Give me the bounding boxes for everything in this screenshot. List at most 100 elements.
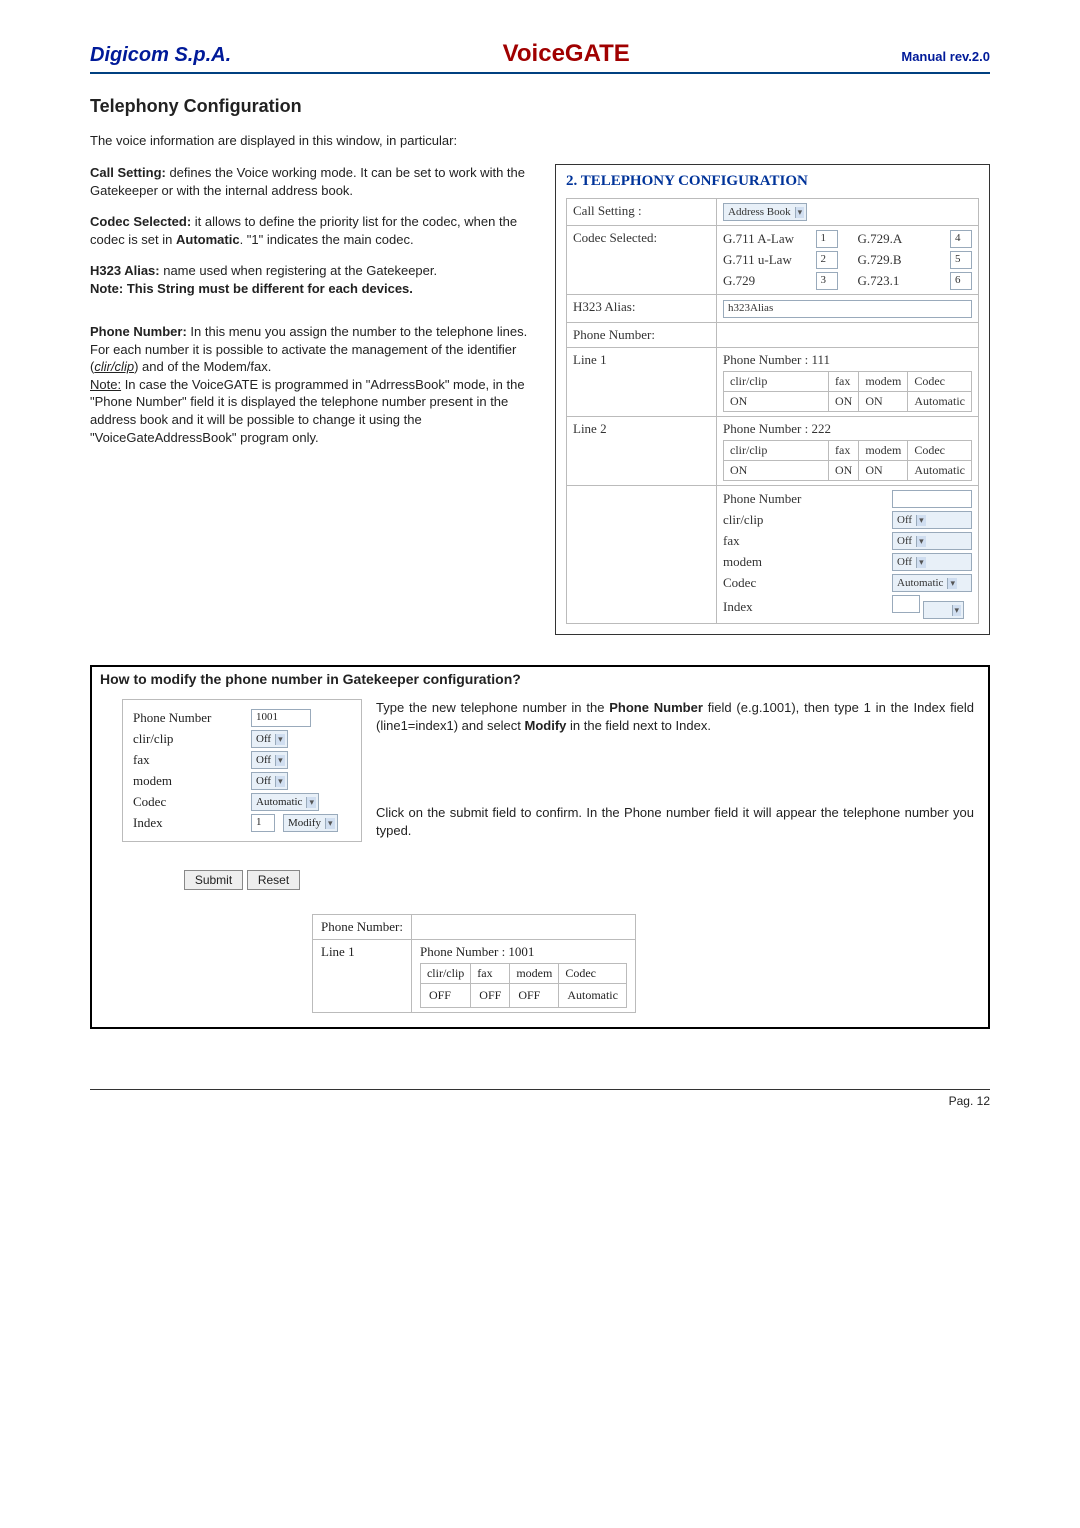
form-index-label: Index <box>723 599 882 615</box>
howto-text-2: Click on the submit field to confirm. In… <box>376 804 974 839</box>
form-index-input[interactable] <box>892 595 920 613</box>
chevron-down-icon: ▾ <box>947 578 957 589</box>
reset-button[interactable]: Reset <box>247 870 300 890</box>
phone-number-note: In case the VoiceGATE is programmed in "… <box>90 377 525 445</box>
form-codec-label: Codec <box>723 575 882 591</box>
line2-clirclip-header: clir/clip <box>724 441 829 461</box>
descriptions-column: Call Setting: defines the Voice working … <box>90 164 543 460</box>
call-setting-select[interactable]: Address Book▾ <box>723 203 807 221</box>
note-term: Note: <box>90 377 121 392</box>
config-panel-title: 2. TELEPHONY CONFIGURATION <box>566 173 979 190</box>
phone-number-label: Phone Number: <box>567 323 717 348</box>
howto-modem-select[interactable]: Off▾ <box>251 772 288 790</box>
telephony-config-panel: 2. TELEPHONY CONFIGURATION Call Setting … <box>555 164 990 635</box>
line2-codec-value: Automatic <box>908 461 972 481</box>
form-fax-label: fax <box>723 533 882 549</box>
form-fax-value: Off <box>897 535 912 547</box>
automatic-term: Automatic <box>176 232 240 247</box>
line2-clirclip-value: ON <box>724 461 829 481</box>
line1-status-table: clir/clipfaxmodemCodec ONONONAutomatic <box>723 371 972 412</box>
line1-codec-header: Codec <box>908 372 972 392</box>
codec-g7231-input[interactable]: 6 <box>950 272 972 290</box>
codec-g7231-label: G.723.1 <box>858 273 945 289</box>
chevron-down-icon: ▾ <box>916 515 926 526</box>
howto-result-codec-header: Codec <box>559 964 627 984</box>
call-setting-label: Call Setting : <box>567 199 717 226</box>
line2-phone-number: Phone Number : 222 <box>723 421 972 437</box>
line1-clirclip-header: clir/clip <box>724 372 829 392</box>
line1-clirclip-value: ON <box>724 392 829 412</box>
form-modem-select[interactable]: Off ▾ <box>892 553 972 571</box>
line1-modem-value: ON <box>859 392 908 412</box>
howto-codec-select[interactable]: Automatic▾ <box>251 793 319 811</box>
form-modem-value: Off <box>897 556 912 568</box>
h323-alias-term: H323 Alias: <box>90 263 160 278</box>
chevron-down-icon: ▾ <box>275 734 285 745</box>
line2-status-table: clir/clipfaxmodemCodec ONONONAutomatic <box>723 440 972 481</box>
form-clirclip-select[interactable]: Off ▾ <box>892 511 972 529</box>
form-fax-select[interactable]: Off ▾ <box>892 532 972 550</box>
chevron-down-icon: ▾ <box>916 536 926 547</box>
howto-result-fax-value: OFF <box>471 984 510 1008</box>
howto-result-table: Phone Number: Line 1 Phone Number : 1001… <box>312 914 636 1013</box>
codec-selected-term: Codec Selected: <box>90 214 191 229</box>
codec-g711a-label: G.711 A-Law <box>723 231 810 247</box>
howto-result-fax-header: fax <box>471 964 510 984</box>
h323-alias-label: H323 Alias: <box>567 295 717 323</box>
form-index-action-select[interactable]: ▾ <box>923 601 964 619</box>
product-title: VoiceGATE <box>503 40 630 68</box>
form-phone-number-input[interactable] <box>892 490 972 508</box>
howto-fax-value: Off <box>256 754 271 766</box>
howto-clirclip-value: Off <box>256 733 271 745</box>
form-modem-label: modem <box>723 554 882 570</box>
line1-label: Line 1 <box>567 348 717 417</box>
codec-g711u-label: G.711 u-Law <box>723 252 810 268</box>
codec-g711a-input[interactable]: 1 <box>816 230 838 248</box>
howto-index-action-value: Modify <box>288 817 321 829</box>
chevron-down-icon: ▾ <box>916 557 926 568</box>
phone-number-term: Phone Number: <box>90 324 187 339</box>
line2-modem-header: modem <box>859 441 908 461</box>
intro-text: The voice information are displayed in t… <box>90 133 990 148</box>
codec-g729b-input[interactable]: 5 <box>950 251 972 269</box>
chevron-down-icon: ▾ <box>952 605 962 616</box>
manual-revision: Manual rev.2.0 <box>901 49 990 64</box>
h323-alias-input[interactable]: h323Alias <box>723 300 972 318</box>
howto-box: How to modify the phone number in Gateke… <box>90 665 990 1029</box>
form-codec-select[interactable]: Automatic ▾ <box>892 574 972 592</box>
codec-g729b-label: G.729.B <box>858 252 945 268</box>
line1-phone-number: Phone Number : 111 <box>723 352 972 368</box>
form-clirclip-value: Off <box>897 514 912 526</box>
howto-title: How to modify the phone number in Gateke… <box>92 667 988 691</box>
section-title: Telephony Configuration <box>90 96 990 117</box>
howto-pn-input[interactable]: 1001 <box>251 709 311 727</box>
howto-index-action-select[interactable]: Modify ▾ <box>283 814 338 832</box>
line2-modem-value: ON <box>859 461 908 481</box>
howto-clirclip-label: clir/clip <box>133 731 243 747</box>
howto-index-label: Index <box>133 815 243 831</box>
howto-fax-select[interactable]: Off▾ <box>251 751 288 769</box>
page-number: Pag. 12 <box>949 1094 990 1108</box>
howto-fax-label: fax <box>133 752 243 768</box>
howto-result-codec-value: Automatic <box>559 984 627 1008</box>
howto-result-line1-label: Line 1 <box>313 940 412 1013</box>
howto-text-1: Type the new telephone number in the Pho… <box>376 699 974 734</box>
form-codec-value: Automatic <box>897 577 943 589</box>
chevron-down-icon: ▾ <box>325 818 335 829</box>
codec-g729a-input[interactable]: 4 <box>950 230 972 248</box>
line2-fax-header: fax <box>829 441 859 461</box>
submit-button[interactable]: Submit <box>184 870 243 890</box>
form-index-action-value <box>928 604 947 616</box>
chevron-down-icon: ▾ <box>306 797 316 808</box>
howto-result-clirclip-value: OFF <box>420 984 470 1008</box>
form-clirclip-label: clir/clip <box>723 512 882 528</box>
codec-g711u-input[interactable]: 2 <box>816 251 838 269</box>
line1-modem-header: modem <box>859 372 908 392</box>
howto-result-pn-label: Phone Number: <box>313 915 412 940</box>
clir-clip-term: clir/clip <box>94 359 134 374</box>
codec-g729-input[interactable]: 3 <box>816 272 838 290</box>
line1-fax-value: ON <box>829 392 859 412</box>
howto-clirclip-select[interactable]: Off ▾ <box>251 730 288 748</box>
howto-index-input[interactable]: 1 <box>251 814 275 832</box>
chevron-down-icon: ▾ <box>795 207 805 218</box>
